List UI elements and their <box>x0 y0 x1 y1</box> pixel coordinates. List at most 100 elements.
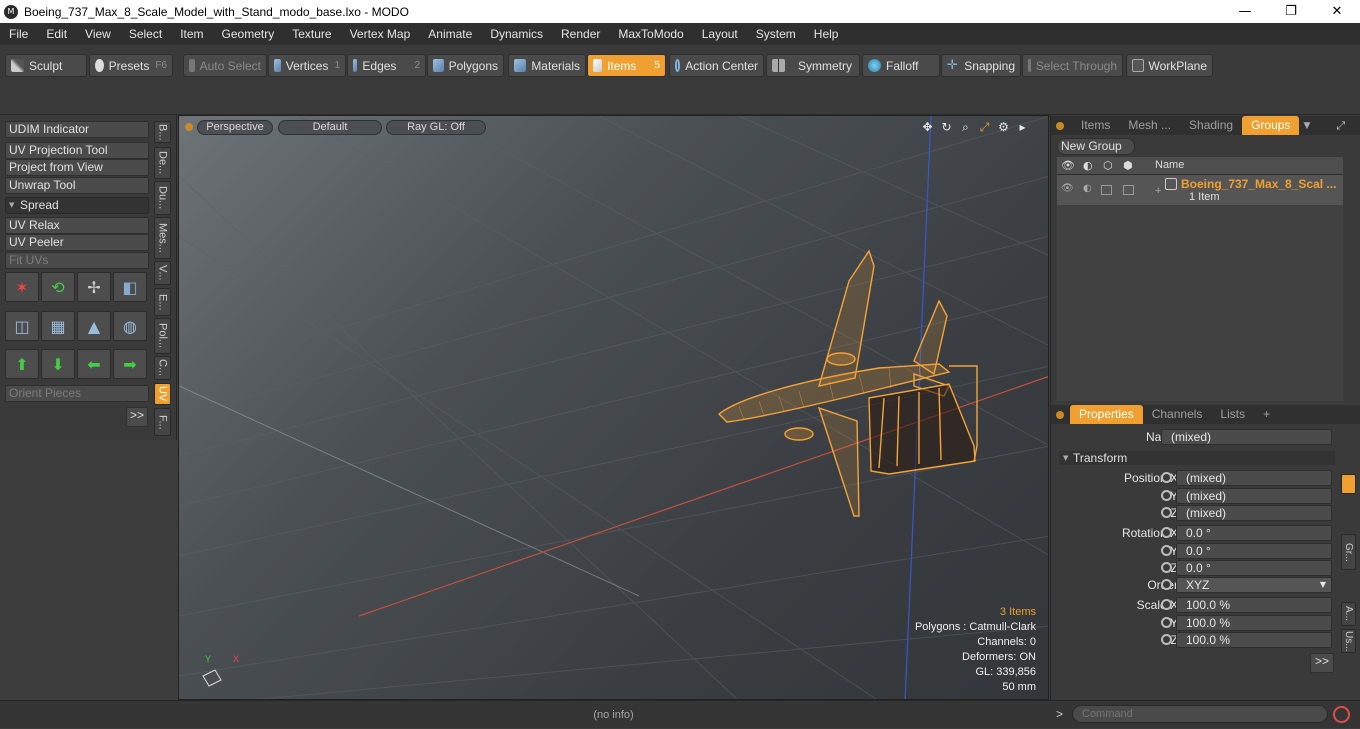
vtab-uv[interactable]: UV <box>154 383 171 405</box>
record-icon[interactable] <box>1333 706 1350 723</box>
lock-col-icon[interactable]: ⬡ <box>1103 159 1113 172</box>
vtab-c[interactable]: C... <box>154 356 171 380</box>
maximize-button[interactable]: ❐ <box>1268 0 1314 23</box>
menu-render[interactable]: Render <box>552 27 609 41</box>
tab-items[interactable]: Items <box>1072 116 1119 135</box>
uv-box-icon[interactable]: ◧ <box>113 272 147 302</box>
uv-unwrap-icon[interactable]: ◫ <box>5 311 39 341</box>
menu-layout[interactable]: Layout <box>693 27 747 41</box>
properties-vtab-a[interactable]: A... <box>1341 602 1356 626</box>
expand-icon[interactable]: + <box>1155 185 1161 197</box>
align-right-icon[interactable]: ➡ <box>113 349 147 379</box>
properties-vtab-active[interactable] <box>1341 474 1356 494</box>
menu-item[interactable]: Item <box>171 27 212 41</box>
vtab-mes[interactable]: Mes... <box>154 217 171 259</box>
items-button[interactable]: Items 5 <box>587 54 666 77</box>
select-col-icon[interactable]: ⬢ <box>1123 159 1133 172</box>
action-center-button[interactable]: Action Center <box>669 54 764 77</box>
lock-checkbox[interactable] <box>1101 185 1112 195</box>
position-z-key[interactable] <box>1161 507 1172 518</box>
select-through-button[interactable]: Select Through <box>1022 54 1123 77</box>
viewport-menu-icon[interactable] <box>185 123 193 131</box>
vtab-v[interactable]: V... <box>154 261 171 285</box>
scale-y-key[interactable] <box>1161 617 1172 628</box>
sculpt-button[interactable]: Sculpt <box>5 54 87 77</box>
tabs-dropdown-icon[interactable]: ▼ <box>1303 121 1310 131</box>
minimize-button[interactable]: — <box>1222 0 1268 23</box>
command-input[interactable] <box>1072 705 1328 723</box>
menu-help[interactable]: Help <box>805 27 848 41</box>
tab-groups[interactable]: Groups <box>1242 116 1300 135</box>
uv-plane-icon[interactable]: ▲ <box>77 311 111 341</box>
viewport-settings-icon[interactable]: ⚙ <box>996 120 1011 135</box>
uv-peeler-button[interactable]: UV Peeler <box>5 234 149 251</box>
render-icon[interactable]: ◐ <box>1083 183 1092 194</box>
workplane-button[interactable]: WorkPlane <box>1126 54 1213 77</box>
materials-button[interactable]: Materials <box>508 54 586 77</box>
rotation-y-field[interactable]: 0.0 ° <box>1176 543 1332 559</box>
order-key[interactable] <box>1161 579 1172 590</box>
scale-x-field[interactable]: 100.0 % <box>1176 597 1332 613</box>
rotation-x-field[interactable]: 0.0 ° <box>1176 525 1332 541</box>
select-checkbox[interactable] <box>1123 185 1134 195</box>
position-x-field[interactable]: (mixed) <box>1176 470 1332 486</box>
presets-button[interactable]: Presets F6 <box>89 54 173 77</box>
visibility-col-icon[interactable]: 👁 <box>1061 159 1075 172</box>
edges-button[interactable]: Edges 2 <box>347 54 426 77</box>
unwrap-tool-button[interactable]: Unwrap Tool <box>5 177 149 194</box>
menu-system[interactable]: System <box>747 27 805 41</box>
vtab-de[interactable]: De... <box>154 147 171 179</box>
raygl-dropdown[interactable]: Ray GL: Off <box>386 120 486 135</box>
orbit-icon[interactable]: ↻ <box>939 120 954 135</box>
vtab-pol[interactable]: Pol... <box>154 318 171 354</box>
align-down-icon[interactable]: ⬇ <box>41 349 75 379</box>
auto-select-button[interactable]: Auto Select <box>183 54 267 77</box>
polygons-button[interactable]: Polygons <box>427 54 504 77</box>
spread-section[interactable]: Spread <box>5 197 149 214</box>
group-name[interactable]: Boeing_737_Max_8_Scal ... <box>1181 177 1341 191</box>
visibility-icon[interactable]: 👁 <box>1061 183 1074 194</box>
more-tools-button[interactable]: >> <box>126 407 148 427</box>
vertices-button[interactable]: Vertices 1 <box>268 54 346 77</box>
rotation-z-field[interactable]: 0.0 ° <box>1176 560 1332 576</box>
pan-icon[interactable]: ✥ <box>920 120 935 135</box>
symmetry-button[interactable]: Symmetry <box>766 54 860 77</box>
name-field[interactable]: (mixed) <box>1161 429 1332 445</box>
menu-vertex-map[interactable]: Vertex Map <box>341 27 420 41</box>
vtab-e[interactable]: E... <box>154 288 171 316</box>
vtab-du[interactable]: Du... <box>154 181 171 215</box>
panel-menu-icon[interactable] <box>1056 121 1064 130</box>
tab-properties[interactable]: Properties <box>1070 405 1143 424</box>
fit-uvs-button[interactable]: Fit UVs <box>5 252 149 269</box>
align-left-icon[interactable]: ⬅ <box>77 349 111 379</box>
snapping-button[interactable]: ✛ Snapping <box>941 54 1021 77</box>
properties-vtab-gr[interactable]: Gr... <box>1341 534 1356 570</box>
tab-mesh[interactable]: Mesh ... <box>1119 116 1180 135</box>
falloff-button[interactable]: Falloff <box>862 54 940 77</box>
properties-vtab-us[interactable]: Us... <box>1341 629 1356 653</box>
scale-z-key[interactable] <box>1161 634 1172 645</box>
maximize-view-icon[interactable]: ⤢ <box>977 120 992 135</box>
scale-z-field[interactable]: 100.0 % <box>1176 632 1332 648</box>
uv-projection-tool-button[interactable]: UV Projection Tool <box>5 142 149 159</box>
orient-pieces-button[interactable]: Orient Pieces <box>5 385 149 402</box>
uv-rotate-icon[interactable]: ⟲ <box>41 272 75 302</box>
menu-view[interactable]: View <box>76 27 120 41</box>
close-button[interactable]: ✕ <box>1314 0 1360 23</box>
menu-maxtomodo[interactable]: MaxToModo <box>609 27 692 41</box>
view-mode-dropdown[interactable]: Perspective <box>197 120 273 135</box>
position-z-field[interactable]: (mixed) <box>1176 505 1332 521</box>
menu-dynamics[interactable]: Dynamics <box>481 27 552 41</box>
position-y-key[interactable] <box>1161 490 1172 501</box>
properties-more-button[interactable]: >> <box>1310 653 1334 673</box>
scale-y-field[interactable]: 100.0 % <box>1176 615 1332 631</box>
uv-move-icon[interactable]: ✢ <box>77 272 111 302</box>
group-row[interactable]: 👁 ◐ + Boeing_737_Max_8_Scal ... 1 Item <box>1057 175 1343 205</box>
position-y-field[interactable]: (mixed) <box>1176 488 1332 504</box>
menu-file[interactable]: File <box>0 27 37 41</box>
zoom-icon[interactable]: ⌕ <box>958 120 973 135</box>
rotation-z-key[interactable] <box>1161 562 1172 573</box>
menu-animate[interactable]: Animate <box>419 27 481 41</box>
rotation-x-key[interactable] <box>1161 527 1172 538</box>
uv-sphere-icon[interactable]: ◍ <box>113 311 147 341</box>
